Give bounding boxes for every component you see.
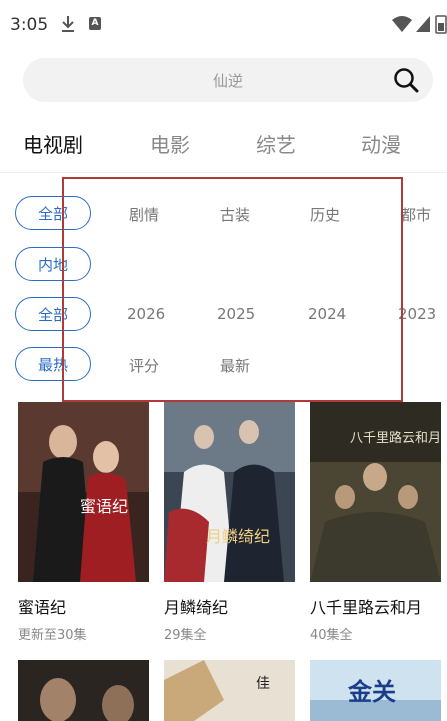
tabs-divider <box>0 172 447 173</box>
filter-option[interactable]: 评分 <box>129 355 159 376</box>
filter-row-sort: 最热 评分 最新 <box>0 347 447 383</box>
show-card[interactable]: 八千里路云和月 八千里路云和月 40集全 <box>310 402 441 643</box>
search-icon[interactable] <box>393 67 419 93</box>
filter-option[interactable]: 都市 <box>401 204 431 225</box>
tab-movie[interactable]: 电影 <box>150 129 190 158</box>
status-bar: 3:05 A <box>0 0 447 50</box>
a-badge-icon: A <box>89 17 101 30</box>
status-time: 3:05 <box>10 15 49 35</box>
filter-chip-year-selected[interactable]: 全部 <box>15 297 91 331</box>
search-bar[interactable]: 仙逆 <box>23 58 433 102</box>
poster-image: 八千里路云和月 <box>310 402 441 582</box>
download-icon <box>62 16 74 32</box>
poster-title-text: 蜜语纪 <box>80 497 128 516</box>
card-title: 八千里路云和月 <box>310 598 423 617</box>
filter-option[interactable]: 最新 <box>220 355 250 376</box>
filter-option[interactable]: 2024 <box>308 305 346 323</box>
filter-row-region: 内地 <box>0 247 447 283</box>
tab-variety[interactable]: 综艺 <box>256 129 296 158</box>
poster-image[interactable]: 佳 <box>164 660 295 721</box>
card-subtitle: 更新至30集 <box>18 628 87 643</box>
tab-anime[interactable]: 动漫 <box>361 129 401 158</box>
battery-icon <box>435 15 447 34</box>
filter-row-year: 全部 2026 2025 2024 2023 <box>0 297 447 333</box>
poster-title-text: 八千里路云和月 <box>350 430 441 446</box>
card-subtitle: 40集全 <box>310 628 353 643</box>
filter-option[interactable]: 历史 <box>310 204 340 225</box>
poster-image[interactable] <box>18 660 149 721</box>
poster-image[interactable]: 金关 <box>310 660 441 721</box>
filter-row-genre: 全部 剧情 古装 历史 都市 <box>0 196 447 232</box>
filter-chip-genre-selected[interactable]: 全部 <box>15 196 91 230</box>
poster-image: 蜜语纪 <box>18 402 149 582</box>
show-card[interactable]: 蜜语纪 蜜语纪 更新至30集 <box>18 402 149 643</box>
card-title: 蜜语纪 <box>18 598 67 617</box>
card-subtitle: 29集全 <box>164 628 207 643</box>
poster-image: 月鳞绮纪 <box>164 402 295 582</box>
filter-option[interactable]: 古装 <box>220 204 250 225</box>
poster-title-text: 金关 <box>347 678 396 706</box>
filter-option[interactable]: 2026 <box>127 305 165 323</box>
filter-chip-sort-selected[interactable]: 最热 <box>15 347 91 381</box>
filter-chip-region-selected[interactable]: 内地 <box>15 247 91 281</box>
filter-option[interactable]: 剧情 <box>129 204 159 225</box>
poster-title-text: 月鳞绮纪 <box>206 527 270 546</box>
filter-option[interactable]: 2025 <box>217 305 255 323</box>
search-placeholder: 仙逆 <box>212 72 243 90</box>
wifi-icon <box>392 16 412 32</box>
filter-option[interactable]: 2023 <box>398 305 436 323</box>
svg-text:佳: 佳 <box>256 676 270 692</box>
card-title: 月鳞绮纪 <box>164 598 229 617</box>
cellular-icon <box>416 16 430 32</box>
show-card[interactable]: 月鳞绮纪 月鳞绮纪 29集全 <box>164 402 295 643</box>
category-tabs: 电视剧 电影 综艺 动漫 <box>0 125 447 165</box>
tab-tv[interactable]: 电视剧 <box>23 129 83 158</box>
